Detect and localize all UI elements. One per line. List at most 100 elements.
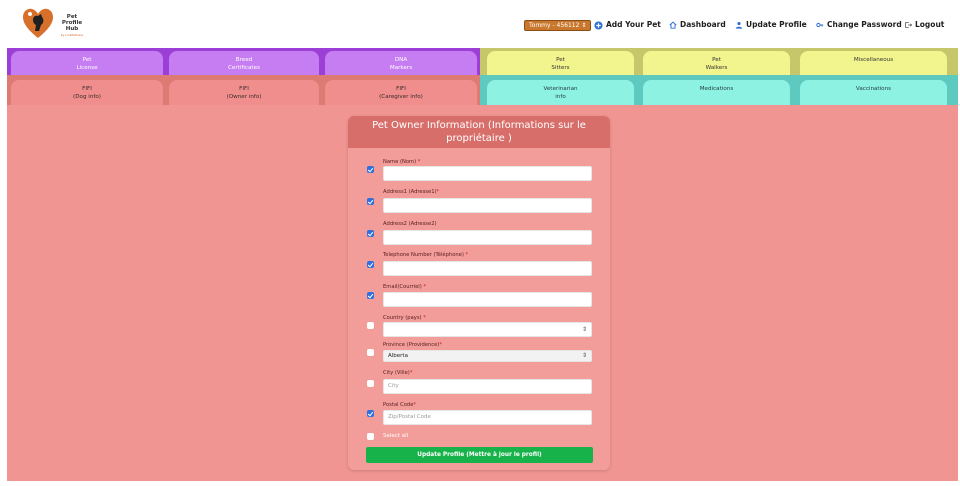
tab-line2: Markers <box>389 65 413 71</box>
tab-veterinarian-info[interactable]: Veterinarian info <box>487 80 634 105</box>
field-label-province: Province (Providence)* <box>383 342 442 348</box>
field-checkbox-province[interactable] <box>367 349 374 356</box>
address1-input[interactable] <box>383 198 592 213</box>
tab-line1: Pet <box>556 57 565 63</box>
key-icon <box>816 22 824 28</box>
nav-label: Update Profile <box>746 20 807 29</box>
tab-line2: (Owner info) <box>226 94 262 100</box>
select-all-label: Select all <box>383 433 409 439</box>
label-text: Country (pays) <box>383 315 422 321</box>
nav-update-profile[interactable]: Update Profile <box>735 19 807 31</box>
user-select-value: Tommy - 456112 <box>529 22 580 29</box>
name-input[interactable] <box>383 166 592 181</box>
update-profile-button[interactable]: Update Profile (Mettre à jour le profil) <box>366 447 593 463</box>
nav-change-password[interactable]: Change Password <box>816 19 902 31</box>
field-checkbox-city[interactable] <box>367 380 374 387</box>
field-checkbox-address2[interactable] <box>367 230 374 237</box>
field-label-postal-code: Postal Code* <box>383 402 416 408</box>
required-marker: * <box>436 189 440 195</box>
field-checkbox-address1[interactable] <box>367 198 374 205</box>
tab-fifi-dog-info[interactable]: FIFI (Dog info) <box>11 80 163 105</box>
select-all-checkbox[interactable] <box>367 433 374 440</box>
label-text: Province (Providence) <box>383 342 440 348</box>
tab-line1: DNA <box>394 57 408 63</box>
tab-pet-license[interactable]: Pet License <box>11 51 163 75</box>
field-label-email: Email(Courriel) * <box>383 284 426 290</box>
tab-line2: Walkers <box>705 65 728 71</box>
header: Pet Profile Hub by LinkPetCare Tommy - 4… <box>0 0 960 48</box>
section-tabs: Pet License Breed Certificates DNA Marke… <box>7 48 958 105</box>
field-label-telephone: Telephone Number (Téléphone) * <box>383 252 468 258</box>
tab-line1: Breed <box>235 57 253 63</box>
tab-fifi-caregiver-info[interactable]: FIFI (Caregiver info) <box>325 80 477 105</box>
home-icon <box>669 21 677 29</box>
tab-line1: Miscellaneous <box>853 57 894 63</box>
nav-logout[interactable]: Logout <box>904 19 944 31</box>
tab-line2: Certificates <box>228 65 260 71</box>
tab-fifi-owner-info[interactable]: FIFI (Owner info) <box>169 80 319 105</box>
field-checkbox-country[interactable] <box>367 322 374 329</box>
user-select-dropdown[interactable]: Tommy - 456112 ⇕ <box>524 20 592 31</box>
field-checkbox-email[interactable] <box>367 292 374 299</box>
province-select[interactable]: Alberta ⇕ <box>383 350 592 362</box>
label-text: Address2 (Adresse2) <box>383 221 437 227</box>
logout-icon <box>905 22 912 28</box>
field-checkbox-telephone[interactable] <box>367 261 374 268</box>
tab-pet-walkers[interactable]: Pet Walkers <box>643 51 790 75</box>
address2-input[interactable] <box>383 230 592 245</box>
tab-line1: Medications <box>699 86 734 92</box>
label-text: City (Ville) <box>383 370 410 376</box>
pet-profile-hub-logo[interactable] <box>22 7 54 41</box>
tab-line1: Pet <box>712 57 721 63</box>
nav-label: Change Password <box>827 20 902 29</box>
tab-pet-sitters[interactable]: Pet Sitters <box>487 51 634 75</box>
tab-line2: License <box>76 65 98 71</box>
logo-title-text: Pet Profile Hub <box>61 14 83 32</box>
telephone-input[interactable] <box>383 261 592 276</box>
logo-subtitle: by LinkPetCare <box>60 33 84 37</box>
tab-breed-certificates[interactable]: Breed Certificates <box>169 51 319 75</box>
nav-label: Add Your Pet <box>606 20 661 29</box>
tab-dna-markers[interactable]: DNA Markers <box>325 51 477 75</box>
label-text: Telephone Number (Téléphone) <box>383 252 464 258</box>
required-marker: * <box>423 315 426 321</box>
field-label-address1: Address1 (Adresse1)* <box>383 189 439 195</box>
field-label-city: City (Ville)* <box>383 370 412 376</box>
tab-line1: FIFI <box>82 86 92 92</box>
province-value: Alberta <box>388 353 408 359</box>
country-select[interactable]: ⇕ <box>383 322 592 337</box>
tab-medications[interactable]: Medications <box>643 80 790 105</box>
nav-label: Dashboard <box>680 20 726 29</box>
logo-title: Pet Profile Hub by LinkPetCare <box>57 14 87 38</box>
label-text: Postal Code <box>383 402 414 408</box>
nav-add-your-pet[interactable]: Add Your Pet <box>594 19 661 31</box>
field-checkbox-name[interactable] <box>367 166 374 173</box>
tab-line1: Veterinarian <box>543 86 578 92</box>
nav-label: Logout <box>915 20 945 29</box>
tab-vaccinations[interactable]: Vaccinations <box>800 80 947 105</box>
label-text: Email(Courriel) <box>383 284 422 290</box>
postal-code-input[interactable]: Zip/Postal Code <box>383 410 592 425</box>
tab-line2: (Caregiver info) <box>379 94 423 100</box>
form-title: Pet Owner Information (Informations sur … <box>348 116 610 148</box>
email-input[interactable] <box>383 292 592 307</box>
tab-line1: FIFI <box>396 86 406 92</box>
tab-line1: Pet <box>82 57 92 63</box>
tab-line2: info <box>555 94 566 100</box>
field-label-address2: Address2 (Adresse2) <box>383 221 437 227</box>
tab-miscellaneous[interactable]: Miscellaneous <box>800 51 947 75</box>
label-text: Address1 (Adresse1) <box>383 189 437 195</box>
city-input[interactable]: City <box>383 379 592 394</box>
required-marker: * <box>465 252 469 258</box>
plus-circle-icon <box>594 20 603 30</box>
field-label-name: Name (Nom) * <box>383 159 420 165</box>
tab-line2: Sitters <box>551 65 570 71</box>
field-checkbox-postal-code[interactable] <box>367 410 374 417</box>
tab-line1: FIFI <box>239 86 249 92</box>
select-caret-icon: ⇕ <box>581 326 587 333</box>
tab-line2: (Dog info) <box>73 94 101 100</box>
nav-dashboard[interactable]: Dashboard <box>669 19 726 31</box>
select-caret-icon: ⇕ <box>581 22 587 29</box>
required-marker: * <box>439 342 442 348</box>
required-marker: * <box>409 370 413 376</box>
